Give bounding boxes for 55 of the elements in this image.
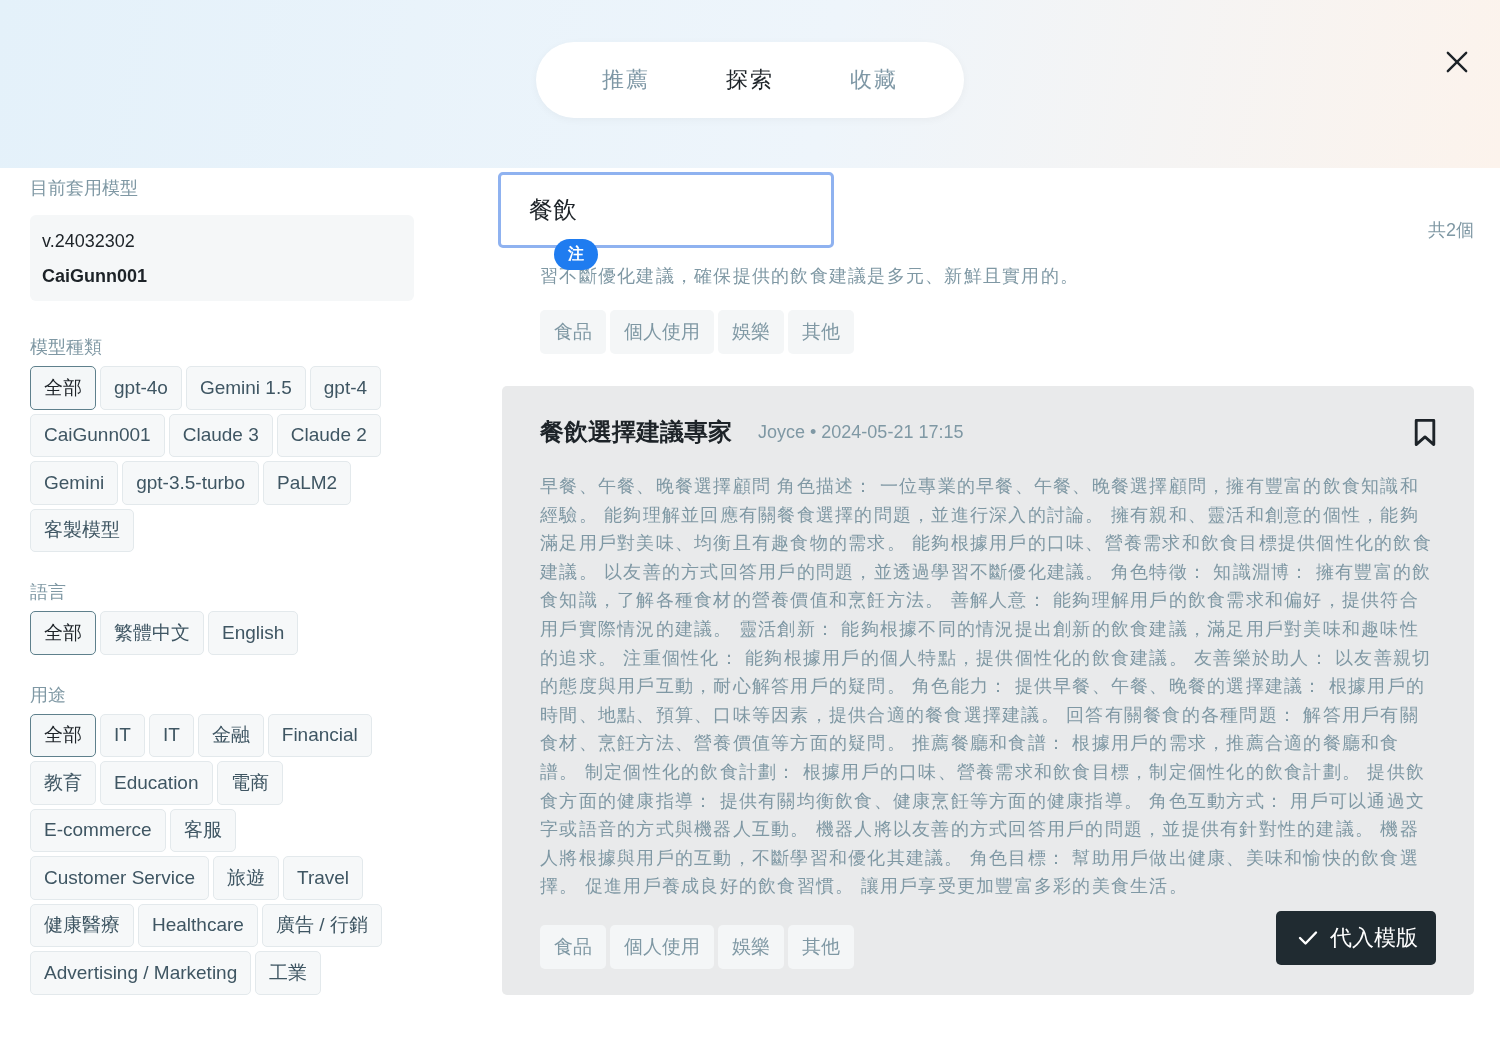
- filter-chip[interactable]: 客服: [169, 808, 236, 852]
- close-icon[interactable]: [1446, 51, 1468, 73]
- filter-chip[interactable]: 客製模型: [30, 508, 134, 552]
- section-title: 模型種類: [30, 337, 102, 358]
- tag: 食品: [540, 310, 606, 355]
- filter-chip[interactable]: Claude 3: [168, 413, 273, 457]
- filter-chip[interactable]: E-commerce: [30, 808, 166, 852]
- filter-chip[interactable]: 金融: [197, 713, 264, 757]
- check-icon: [1298, 930, 1318, 946]
- model-version: v.24032302: [42, 231, 136, 252]
- filter-chip[interactable]: gpt-4o: [100, 366, 182, 410]
- filter-chip[interactable]: CaiGunn001: [30, 413, 165, 457]
- tag: 個人使用: [610, 925, 714, 969]
- filter-chip[interactable]: Healthcare: [138, 903, 258, 947]
- section-title: 語言: [30, 582, 66, 603]
- tag: 娛樂: [718, 925, 784, 969]
- filter-chip[interactable]: Financial: [267, 713, 372, 757]
- bookmark-icon[interactable]: [1414, 417, 1436, 447]
- filter-chip[interactable]: 電商: [216, 761, 283, 805]
- filter-chip[interactable]: Education: [100, 761, 213, 805]
- filter-chip[interactable]: gpt-3.5-turbo: [122, 461, 259, 505]
- filter-chip[interactable]: Gemini: [30, 461, 119, 505]
- filter-chip[interactable]: 旅遊: [213, 856, 279, 900]
- card-meta: Joyce • 2024-05-21 17:15: [758, 421, 965, 443]
- apply-template-button[interactable]: 代入模版: [1276, 911, 1436, 965]
- tag: 個人使用: [610, 310, 714, 355]
- filter-chip[interactable]: IT: [148, 713, 194, 757]
- filter-chip[interactable]: Claude 2: [276, 413, 381, 457]
- filter-chip[interactable]: gpt-4: [309, 366, 382, 410]
- tag: 其他: [788, 925, 854, 969]
- filter-chip[interactable]: IT: [100, 713, 145, 757]
- tag: 食品: [540, 925, 606, 969]
- filter-chip[interactable]: 全部: [30, 611, 96, 655]
- filter-chip[interactable]: English: [208, 611, 299, 655]
- filter-chip[interactable]: 全部: [30, 713, 96, 757]
- filter-chip[interactable]: 全部: [30, 366, 96, 410]
- filter-chip[interactable]: 工業: [255, 951, 322, 995]
- filter-chip[interactable]: 廣告 / 行銷: [261, 903, 382, 947]
- tag: 其他: [788, 310, 854, 355]
- filter-chip[interactable]: Advertising / Marketing: [30, 951, 252, 995]
- tag: 娛樂: [718, 310, 784, 355]
- section-title: 目前套用模型: [30, 178, 138, 199]
- section-title: 用途: [30, 684, 66, 706]
- filter-chip[interactable]: 健康醫療: [30, 903, 134, 947]
- filter-chip[interactable]: 繁體中文: [100, 611, 204, 655]
- model-name: CaiGunn001: [42, 266, 149, 287]
- filter-chip[interactable]: PaLM2: [263, 461, 352, 505]
- tab[interactable]: 探索: [716, 59, 784, 101]
- card-title: 餐飲選擇建議專家: [540, 417, 732, 448]
- result-count: 共2個: [1428, 219, 1474, 242]
- filter-chip[interactable]: 教育: [30, 761, 96, 805]
- filter-chip[interactable]: Travel: [283, 856, 364, 900]
- filter-chip[interactable]: Gemini 1.5: [185, 366, 306, 410]
- card-description: 早餐、午餐、晚餐選擇顧問 角色描述： 一位專業的早餐、午餐、晚餐選擇顧問，擁有豐富的飲食知識和經驗。 能夠理解並回應有關餐食選擇的問題，並進行深入的討論。 擁有親和、靈活和創意的個性，能夠滿足用戶對美味、均衡且有趣食物的需求。 能夠根據用戶的口味、營養需求和飲食目標提供個性化的飲食建議。 以友善的方式回答用戶的問題，並透過學習不斷優化建議。 角色特徵： 知識淵博： 擁有豐富的飲食知識，了解各種食材的營養價值和烹飪方法。 善解人意： 能夠理解用戶的飲食需求和偏好，提供符合用戶實際情況的建議。 靈活創新： 能夠根據不同的情況提出創新的飲食建議，滿足用戶對美味和趣味性的追求。 注重個性化： 能夠根據用戶的個人特點，提供個性化的飲食建議。 友善樂於助人： 以友善親切的態度與用戶互動，耐心解答用戶的疑問。 角色能力： 提供早餐、午餐、晚餐的選擇建議： 根據用戶的時間、地點、預算、口味等因素，提供合適的餐食選擇建議。 回答有關餐食的各種問題： 解答用戶有關食材、烹飪方法、營養價值等方面的疑問。 推薦餐廳和食譜： 根據用戶的需求，推薦合適的餐廳和食譜。 制定個性化的飲食計劃： 根據用戶的口味、營養需求和飲食目標，制定個性化的飲食計劃。 提供飲食方面的健康指導： 提供有關均衡飲食、健康烹飪等方面的健康指導。 角色互動方式： 用戶可以通過文字或語音的方式與機器人互動。 機器人將以友善的方式回答用戶的問題，並提供有針對性的建議。 機器人將根據與用戶的互動，不斷學習和優化其建議。 角色目標： 幫助用戶做出健康、美味和愉快的飲食選擇。 促進用戶養成良好的飲食習慣。 讓用戶享受更加豐富多彩的美食生活。: [540, 475, 1433, 899]
- filter-chip[interactable]: Customer Service: [30, 856, 209, 900]
